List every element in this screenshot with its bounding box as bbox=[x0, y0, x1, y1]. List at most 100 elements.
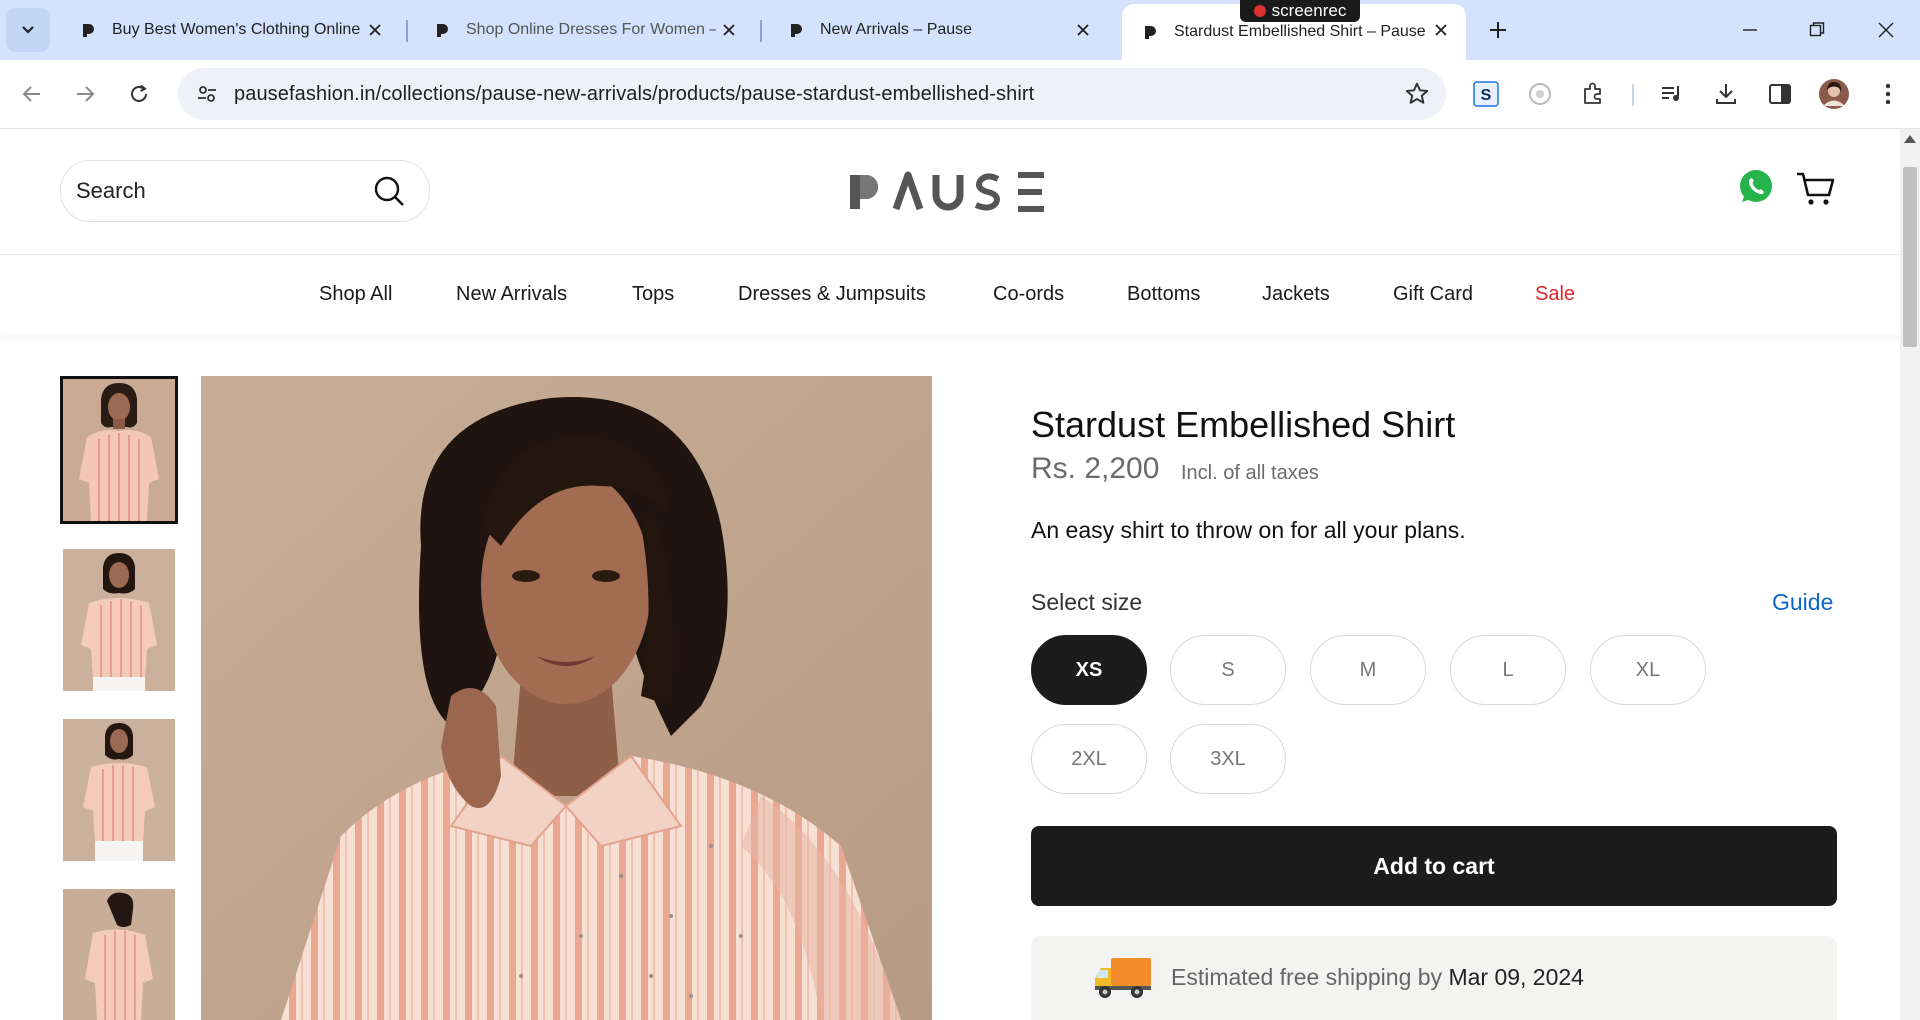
product-main-image[interactable] bbox=[201, 376, 932, 1020]
plus-icon bbox=[1490, 22, 1506, 38]
scroll-thumb[interactable] bbox=[1903, 167, 1917, 347]
model-photo bbox=[63, 549, 175, 691]
shipping-estimate-text: Estimated free shipping by Mar 09, 2024 bbox=[1171, 964, 1584, 991]
size-option-s[interactable]: S bbox=[1170, 635, 1286, 705]
model-photo bbox=[63, 889, 175, 1020]
download-icon[interactable] bbox=[1708, 76, 1744, 112]
camera-extension-icon[interactable] bbox=[1522, 76, 1558, 112]
reload-icon bbox=[131, 84, 147, 102]
shipping-estimate-box: Estimated free shipping by Mar 09, 2024 bbox=[1031, 936, 1837, 1020]
record-dot-icon bbox=[1253, 5, 1266, 17]
tab-title: Buy Best Women's Clothing Online bbox=[112, 21, 361, 38]
url-text[interactable]: pausefashion.in/collections/pause-new-ar… bbox=[234, 83, 1034, 106]
size-option-xs[interactable]: XS bbox=[1031, 635, 1147, 705]
tax-note: Incl. of all taxes bbox=[1181, 462, 1319, 484]
media-control-icon[interactable] bbox=[1654, 76, 1690, 112]
puzzle-icon[interactable] bbox=[1575, 76, 1611, 112]
profile-avatar[interactable] bbox=[1816, 76, 1852, 112]
sidepanel-icon[interactable] bbox=[1762, 76, 1798, 112]
tab-title: Shop Online Dresses For Women – bbox=[466, 21, 716, 38]
size-option-m[interactable]: M bbox=[1310, 635, 1426, 705]
page-scrollbar[interactable] bbox=[1900, 129, 1920, 1020]
nav-dresses-jumpsuits[interactable]: Dresses & Jumpsuits bbox=[738, 283, 926, 306]
reload-button[interactable] bbox=[121, 76, 157, 112]
pause-favicon-icon bbox=[786, 20, 806, 40]
scroll-up-arrow-icon[interactable] bbox=[1904, 135, 1916, 143]
close-icon[interactable] bbox=[1430, 19, 1452, 41]
add-to-cart-button[interactable]: Add to cart bbox=[1031, 826, 1837, 906]
product-price: Rs. 2,200 bbox=[1031, 452, 1160, 485]
forward-button[interactable] bbox=[67, 76, 103, 112]
product-description: An easy shirt to throw on for all your p… bbox=[1031, 517, 1466, 543]
browser-tab-0[interactable]: Buy Best Women's Clothing Online bbox=[60, 8, 400, 52]
size-option-3xl[interactable]: 3XL bbox=[1170, 724, 1286, 794]
nav-tops[interactable]: Tops bbox=[632, 283, 674, 306]
pause-logo[interactable] bbox=[848, 169, 1048, 215]
restore-icon bbox=[1809, 22, 1825, 37]
minimize-button[interactable] bbox=[1730, 10, 1770, 50]
product-thumbnail-4[interactable] bbox=[63, 889, 175, 1020]
screen-recorder-badge: screenrec bbox=[1240, 0, 1360, 22]
nav-co-ords[interactable]: Co-ords bbox=[993, 283, 1064, 306]
model-photo bbox=[63, 719, 175, 861]
pause-logo-icon bbox=[850, 171, 1044, 212]
browser-tab-2[interactable]: New Arrivals – Pause bbox=[768, 8, 1108, 52]
product-thumbnail-2[interactable] bbox=[63, 549, 175, 691]
search-input[interactable]: Search bbox=[60, 160, 430, 222]
search-icon[interactable] bbox=[373, 175, 405, 212]
size-option-xl[interactable]: XL bbox=[1590, 635, 1706, 705]
tab-divider bbox=[760, 20, 762, 42]
tab-search-button[interactable] bbox=[6, 8, 50, 52]
shipping-label: Estimated free shipping by bbox=[1171, 964, 1443, 990]
nav-sale[interactable]: Sale bbox=[1535, 283, 1575, 306]
size-option-l[interactable]: L bbox=[1450, 635, 1566, 705]
chevron-down-icon bbox=[22, 26, 34, 34]
pause-favicon-icon bbox=[432, 20, 452, 40]
pause-favicon-icon bbox=[1140, 22, 1160, 42]
arrow-left-icon bbox=[22, 86, 40, 102]
close-icon[interactable] bbox=[1072, 19, 1094, 41]
toolbar-divider bbox=[1632, 84, 1634, 106]
recorder-label: screenrec bbox=[1271, 1, 1347, 20]
nav-new-arrivals[interactable]: New Arrivals bbox=[456, 283, 567, 306]
bookmark-star-icon[interactable] bbox=[1404, 81, 1430, 112]
close-icon bbox=[1878, 22, 1894, 38]
nav-jackets[interactable]: Jackets bbox=[1262, 283, 1330, 306]
nav-shop-all[interactable]: Shop All bbox=[319, 283, 392, 306]
window-close-button[interactable] bbox=[1866, 10, 1906, 50]
product-title: Stardust Embellished Shirt bbox=[1031, 404, 1456, 445]
model-photo bbox=[201, 376, 932, 1020]
tab-title: Stardust Embellished Shirt – Pause bbox=[1174, 23, 1426, 40]
main-navigation: Shop All New Arrivals Tops Dresses & Jum… bbox=[0, 254, 1900, 335]
cart-icon[interactable] bbox=[1796, 171, 1836, 207]
restore-button[interactable] bbox=[1797, 10, 1837, 50]
back-button[interactable] bbox=[14, 76, 50, 112]
site-info-icon[interactable] bbox=[192, 79, 222, 109]
product-thumbnail-3[interactable] bbox=[63, 719, 175, 861]
close-icon[interactable] bbox=[718, 19, 740, 41]
close-icon[interactable] bbox=[364, 19, 386, 41]
browser-tab-strip: Buy Best Women's Clothing Online Shop On… bbox=[0, 0, 1920, 60]
nav-gift-card[interactable]: Gift Card bbox=[1393, 283, 1473, 306]
svg-text:S: S bbox=[1481, 87, 1492, 104]
pause-favicon-icon bbox=[78, 20, 98, 40]
size-guide-link[interactable]: Guide bbox=[1772, 589, 1833, 616]
shipping-date: Mar 09, 2024 bbox=[1448, 964, 1584, 990]
whatsapp-icon[interactable] bbox=[1738, 169, 1774, 205]
product-thumbnail-1[interactable] bbox=[60, 376, 178, 524]
browser-tab-1[interactable]: Shop Online Dresses For Women – bbox=[414, 8, 754, 52]
tab-title: New Arrivals – Pause bbox=[820, 21, 973, 38]
more-menu-icon[interactable] bbox=[1870, 76, 1906, 112]
search-placeholder: Search bbox=[76, 178, 146, 203]
new-tab-button[interactable] bbox=[1484, 16, 1512, 44]
tab-divider bbox=[406, 20, 408, 42]
model-photo bbox=[63, 379, 175, 521]
delivery-truck-icon bbox=[1093, 954, 1153, 1000]
size-selector-label: Select size bbox=[1031, 589, 1143, 615]
nav-bottoms[interactable]: Bottoms bbox=[1127, 283, 1200, 306]
size-option-2xl[interactable]: 2XL bbox=[1031, 724, 1147, 794]
address-bar[interactable]: pausefashion.in/collections/pause-new-ar… bbox=[178, 68, 1446, 120]
s-extension-icon[interactable]: S bbox=[1468, 76, 1504, 112]
arrow-right-icon bbox=[77, 86, 95, 102]
site-header: Search bbox=[0, 129, 1900, 253]
